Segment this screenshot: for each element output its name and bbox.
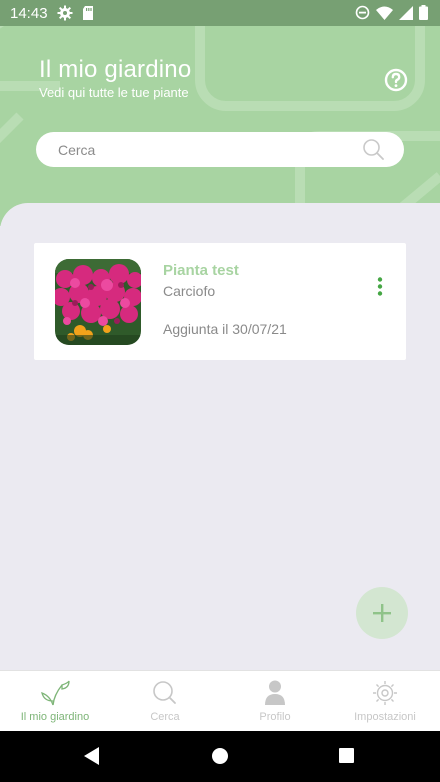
nav-item-settings[interactable]: Impostazioni bbox=[330, 671, 440, 731]
plant-thumbnail bbox=[55, 259, 141, 345]
bottom-nav: Il mio giardino Cerca Profilo Impostazio… bbox=[0, 670, 440, 731]
recents-button[interactable] bbox=[339, 748, 354, 763]
sd-card-icon bbox=[83, 6, 93, 20]
do-not-disturb-icon bbox=[355, 5, 370, 20]
plant-name: Pianta test bbox=[163, 262, 239, 279]
person-icon bbox=[265, 680, 285, 705]
plant-species: Carciofo bbox=[163, 283, 216, 299]
nav-label-profile: Profilo bbox=[259, 711, 291, 723]
header: Il mio giardino Vedi qui tutte le tue pi… bbox=[0, 26, 440, 226]
add-plant-button[interactable] bbox=[356, 587, 408, 639]
nav-label-search: Cerca bbox=[150, 711, 180, 723]
status-time: 14:43 bbox=[10, 5, 48, 22]
search-icon[interactable] bbox=[362, 138, 384, 160]
nav-label-settings: Impostazioni bbox=[354, 711, 416, 723]
search-input[interactable]: Cerca bbox=[36, 132, 404, 167]
status-right-icons bbox=[355, 5, 428, 20]
battery-icon bbox=[419, 5, 428, 20]
nav-label-garden: Il mio giardino bbox=[20, 711, 90, 723]
plant-added-date: Aggiunta il 30/07/21 bbox=[163, 321, 287, 337]
nav-item-search[interactable]: Cerca bbox=[110, 671, 220, 731]
gear-icon bbox=[373, 681, 397, 705]
help-circle-icon[interactable] bbox=[384, 68, 408, 92]
home-button[interactable] bbox=[212, 748, 228, 764]
page-subtitle: Vedi qui tutte le tue piante bbox=[39, 85, 189, 100]
plant-card[interactable]: Pianta test Carciofo Aggiunta il 30/07/2… bbox=[34, 243, 406, 360]
plus-icon bbox=[373, 604, 391, 622]
nav-item-profile[interactable]: Profilo bbox=[220, 671, 330, 731]
status-left-icons bbox=[57, 5, 95, 21]
search-placeholder: Cerca bbox=[58, 142, 96, 158]
signal-icon bbox=[399, 5, 413, 20]
flower-photo bbox=[55, 259, 141, 345]
page-title: Il mio giardino bbox=[39, 56, 192, 83]
gear-icon bbox=[57, 5, 73, 21]
status-bar: 14:43 bbox=[0, 0, 440, 26]
more-vertical-icon[interactable] bbox=[374, 276, 386, 298]
sprout-icon bbox=[41, 680, 70, 706]
back-icon[interactable] bbox=[84, 747, 100, 765]
search-icon bbox=[153, 681, 176, 704]
wifi-icon bbox=[376, 6, 393, 20]
system-nav-bar bbox=[0, 731, 440, 782]
nav-item-garden[interactable]: Il mio giardino bbox=[0, 671, 110, 731]
